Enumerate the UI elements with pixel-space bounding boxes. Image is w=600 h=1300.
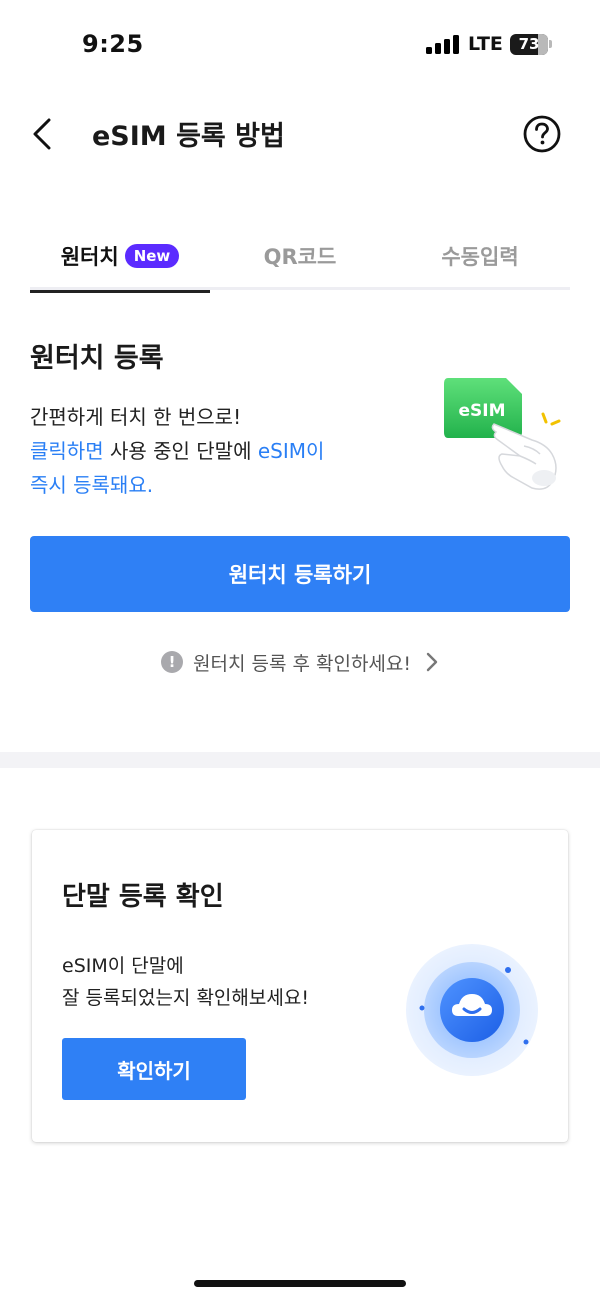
tab-onetouch-label: 원터치	[60, 245, 119, 269]
esim-card-icon: eSIM	[444, 378, 561, 490]
onetouch-register-button[interactable]: 원터치 등록하기	[30, 536, 570, 612]
card-description: eSIM이 단말에 잘 등록되었는지 확인해보세요!	[62, 950, 309, 1014]
back-button[interactable]	[22, 112, 62, 156]
section-divider	[0, 752, 600, 768]
tab-qrcode[interactable]: QR코드	[210, 222, 390, 290]
status-bar: 9:25 LTE 73	[0, 0, 600, 90]
battery-tip	[549, 40, 552, 48]
cloud-check-icon	[406, 944, 538, 1076]
network-type: LTE	[468, 33, 503, 55]
chevron-right-icon	[426, 652, 438, 672]
section-title: 원터치 등록	[30, 343, 164, 374]
desc-middle: 사용 중인 단말에	[103, 439, 258, 463]
header: eSIM 등록 방법	[0, 100, 600, 166]
desc-line-2: 클릭하면 사용 중인 단말에 eSIM이	[30, 434, 410, 468]
desc-highlight-esim: eSIM이	[257, 439, 325, 463]
battery-level: 73	[518, 35, 540, 53]
tab-qrcode-label: QR코드	[263, 245, 337, 269]
home-indicator[interactable]	[194, 1280, 406, 1287]
confirm-button[interactable]: 확인하기	[62, 1038, 246, 1100]
card-desc-line-1: eSIM이 단말에	[62, 955, 184, 977]
help-button[interactable]	[522, 114, 562, 154]
signal-icon	[426, 34, 460, 54]
card-desc-line-2: 잘 등록되었는지 확인해보세요!	[62, 987, 309, 1009]
new-badge: New	[124, 244, 180, 268]
desc-line-1: 간편하게 터치 한 번으로!	[30, 405, 242, 429]
battery-icon: 73	[510, 34, 548, 55]
question-circle-icon	[523, 115, 561, 153]
chevron-left-icon	[33, 118, 51, 150]
desc-line-3: 즉시 등록돼요.	[30, 473, 154, 497]
desc-highlight-click: 클릭하면	[30, 439, 104, 463]
esim-chip-label: eSIM	[458, 401, 505, 421]
device-check-illustration	[402, 940, 542, 1080]
notice-link[interactable]: ! 원터치 등록 후 확인하세요!	[0, 646, 600, 678]
esim-touch-illustration: eSIM	[440, 374, 570, 494]
page-title: eSIM 등록 방법	[92, 121, 285, 152]
tab-manual-input[interactable]: 수동입력	[390, 222, 570, 290]
device-check-card: 단말 등록 확인 eSIM이 단말에 잘 등록되었는지 확인해보세요! 확인하기	[32, 830, 568, 1142]
exclamation-icon: !	[160, 651, 183, 673]
notice-text: 원터치 등록 후 확인하세요!	[192, 652, 412, 675]
tab-bar: 원터치 New QR코드 수동입력	[30, 222, 570, 293]
tab-onetouch[interactable]: 원터치 New	[30, 222, 210, 293]
status-time: 9:25	[82, 30, 144, 58]
card-title: 단말 등록 확인	[62, 882, 224, 912]
onetouch-description: 간편하게 터치 한 번으로! 클릭하면 사용 중인 단말에 eSIM이 즉시 등…	[30, 400, 410, 502]
tab-manual-input-label: 수동입력	[441, 245, 519, 269]
